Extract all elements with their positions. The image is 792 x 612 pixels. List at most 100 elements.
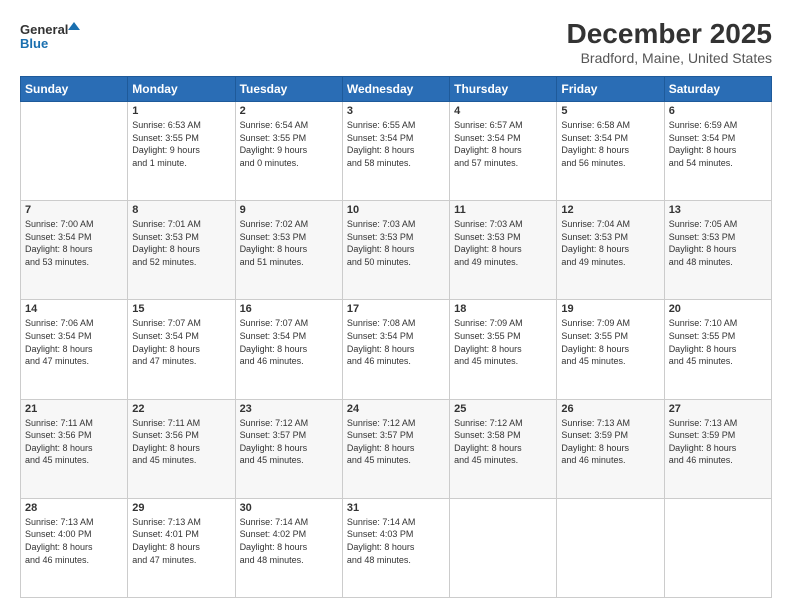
day-number: 14 (25, 303, 123, 315)
day-info: Sunrise: 7:13 AM Sunset: 4:00 PM Dayligh… (25, 516, 123, 566)
day-info: Sunrise: 7:06 AM Sunset: 3:54 PM Dayligh… (25, 317, 123, 367)
svg-text:Blue: Blue (20, 36, 48, 51)
header: General Blue December 2025 Bradford, Mai… (20, 18, 772, 66)
calendar-cell: 25Sunrise: 7:12 AM Sunset: 3:58 PM Dayli… (450, 399, 557, 498)
calendar-cell: 21 Sunrise: 7:11 AM Sunset: 3:56 PM Dayli… (21, 399, 128, 498)
day-info: Sunrise: 7:09 AM Sunset: 3:55 PM Dayligh… (561, 317, 659, 367)
calendar-cell: 26 Sunrise: 7:13 AM Sunset: 3:59 PM Dayli… (557, 399, 664, 498)
logo-svg: General Blue (20, 18, 80, 58)
calendar-day-header: Wednesday (342, 77, 449, 102)
day-info: Sunrise: 7:12 AM Sunset: 3:57 PM Dayligh… (240, 417, 338, 467)
calendar-cell: 1 Sunrise: 6:53 AM Sunset: 3:55 PM Daylig… (128, 102, 235, 201)
day-number: 3 (347, 105, 445, 117)
calendar-day-header: Thursday (450, 77, 557, 102)
calendar-cell (450, 498, 557, 597)
day-info: Sunrise: 7:04 AM Sunset: 3:53 PM Dayligh… (561, 218, 659, 268)
day-number: 21 (25, 403, 123, 415)
day-number: 2 (240, 105, 338, 117)
day-number: 19 (561, 303, 659, 315)
calendar-table: SundayMondayTuesdayWednesdayThursdayFrid… (20, 76, 772, 598)
calendar-cell (557, 498, 664, 597)
calendar-day-header: Sunday (21, 77, 128, 102)
day-info: Sunrise: 7:13 AM Sunset: 3:59 PM Dayligh… (669, 417, 767, 467)
calendar-cell: 17Sunrise: 7:08 AM Sunset: 3:54 PM Dayli… (342, 300, 449, 399)
day-info: Sunrise: 7:13 AM Sunset: 3:59 PM Dayligh… (561, 417, 659, 467)
day-number: 18 (454, 303, 552, 315)
calendar-cell: 9Sunrise: 7:02 AM Sunset: 3:53 PM Daylig… (235, 201, 342, 300)
calendar-cell: 7Sunrise: 7:00 AM Sunset: 3:54 PM Daylig… (21, 201, 128, 300)
day-number: 10 (347, 204, 445, 216)
day-info: Sunrise: 7:08 AM Sunset: 3:54 PM Dayligh… (347, 317, 445, 367)
day-number: 6 (669, 105, 767, 117)
day-info: Sunrise: 7:14 AM Sunset: 4:02 PM Dayligh… (240, 516, 338, 566)
calendar-cell: 19 Sunrise: 7:09 AM Sunset: 3:55 PM Dayli… (557, 300, 664, 399)
calendar-cell: 10 Sunrise: 7:03 AM Sunset: 3:53 PM Dayli… (342, 201, 449, 300)
day-number: 1 (132, 105, 230, 117)
day-info: Sunrise: 6:57 AM Sunset: 3:54 PM Dayligh… (454, 119, 552, 169)
calendar-cell: 8 Sunrise: 7:01 AM Sunset: 3:53 PM Daylig… (128, 201, 235, 300)
day-number: 4 (454, 105, 552, 117)
day-info: Sunrise: 7:10 AM Sunset: 3:55 PM Dayligh… (669, 317, 767, 367)
day-info: Sunrise: 7:14 AM Sunset: 4:03 PM Dayligh… (347, 516, 445, 566)
calendar-day-header: Tuesday (235, 77, 342, 102)
calendar-cell: 28 Sunrise: 7:13 AM Sunset: 4:00 PM Dayli… (21, 498, 128, 597)
day-info: Sunrise: 7:03 AM Sunset: 3:53 PM Dayligh… (347, 218, 445, 268)
day-info: Sunrise: 6:59 AM Sunset: 3:54 PM Dayligh… (669, 119, 767, 169)
day-number: 15 (132, 303, 230, 315)
day-number: 8 (132, 204, 230, 216)
day-info: Sunrise: 7:05 AM Sunset: 3:53 PM Dayligh… (669, 218, 767, 268)
calendar-week-row: 28 Sunrise: 7:13 AM Sunset: 4:00 PM Dayli… (21, 498, 772, 597)
day-number: 5 (561, 105, 659, 117)
day-info: Sunrise: 7:07 AM Sunset: 3:54 PM Dayligh… (240, 317, 338, 367)
calendar-cell (21, 102, 128, 201)
calendar-cell: 5Sunrise: 6:58 AM Sunset: 3:54 PM Daylig… (557, 102, 664, 201)
calendar-cell: 22Sunrise: 7:11 AM Sunset: 3:56 PM Dayli… (128, 399, 235, 498)
day-number: 29 (132, 502, 230, 514)
calendar-cell: 31 Sunrise: 7:14 AM Sunset: 4:03 PM Dayli… (342, 498, 449, 597)
calendar-header-row: SundayMondayTuesdayWednesdayThursdayFrid… (21, 77, 772, 102)
day-info: Sunrise: 7:09 AM Sunset: 3:55 PM Dayligh… (454, 317, 552, 367)
calendar-cell: 4 Sunrise: 6:57 AM Sunset: 3:54 PM Daylig… (450, 102, 557, 201)
calendar-week-row: 14 Sunrise: 7:06 AM Sunset: 3:54 PM Dayli… (21, 300, 772, 399)
calendar-cell (664, 498, 771, 597)
day-info: Sunrise: 6:55 AM Sunset: 3:54 PM Dayligh… (347, 119, 445, 169)
calendar-cell: 13Sunrise: 7:05 AM Sunset: 3:53 PM Dayli… (664, 201, 771, 300)
day-number: 25 (454, 403, 552, 415)
title-block: December 2025 Bradford, Maine, United St… (567, 18, 772, 66)
calendar-cell: 23 Sunrise: 7:12 AM Sunset: 3:57 PM Dayli… (235, 399, 342, 498)
day-info: Sunrise: 7:02 AM Sunset: 3:53 PM Dayligh… (240, 218, 338, 268)
day-number: 11 (454, 204, 552, 216)
day-number: 31 (347, 502, 445, 514)
day-info: Sunrise: 6:53 AM Sunset: 3:55 PM Dayligh… (132, 119, 230, 169)
calendar-cell: 16 Sunrise: 7:07 AM Sunset: 3:54 PM Dayli… (235, 300, 342, 399)
day-info: Sunrise: 7:01 AM Sunset: 3:53 PM Dayligh… (132, 218, 230, 268)
calendar-cell: 3 Sunrise: 6:55 AM Sunset: 3:54 PM Daylig… (342, 102, 449, 201)
calendar-cell: 2Sunrise: 6:54 AM Sunset: 3:55 PM Daylig… (235, 102, 342, 201)
day-number: 26 (561, 403, 659, 415)
day-number: 20 (669, 303, 767, 315)
day-number: 12 (561, 204, 659, 216)
calendar-cell: 27 Sunrise: 7:13 AM Sunset: 3:59 PM Dayli… (664, 399, 771, 498)
day-number: 22 (132, 403, 230, 415)
day-number: 28 (25, 502, 123, 514)
day-info: Sunrise: 7:13 AM Sunset: 4:01 PM Dayligh… (132, 516, 230, 566)
calendar-cell: 14 Sunrise: 7:06 AM Sunset: 3:54 PM Dayli… (21, 300, 128, 399)
day-number: 27 (669, 403, 767, 415)
day-info: Sunrise: 7:12 AM Sunset: 3:57 PM Dayligh… (347, 417, 445, 467)
day-number: 23 (240, 403, 338, 415)
day-info: Sunrise: 7:11 AM Sunset: 3:56 PM Dayligh… (25, 417, 123, 467)
main-title: December 2025 (567, 18, 772, 50)
calendar-cell: 6 Sunrise: 6:59 AM Sunset: 3:54 PM Daylig… (664, 102, 771, 201)
day-info: Sunrise: 7:00 AM Sunset: 3:54 PM Dayligh… (25, 218, 123, 268)
calendar-cell: 29 Sunrise: 7:13 AM Sunset: 4:01 PM Dayli… (128, 498, 235, 597)
calendar-cell: 30Sunrise: 7:14 AM Sunset: 4:02 PM Dayli… (235, 498, 342, 597)
day-info: Sunrise: 7:07 AM Sunset: 3:54 PM Dayligh… (132, 317, 230, 367)
page: General Blue December 2025 Bradford, Mai… (0, 0, 792, 612)
calendar-cell: 11 Sunrise: 7:03 AM Sunset: 3:53 PM Dayli… (450, 201, 557, 300)
subtitle: Bradford, Maine, United States (567, 50, 772, 66)
calendar-cell: 15 Sunrise: 7:07 AM Sunset: 3:54 PM Dayli… (128, 300, 235, 399)
day-number: 24 (347, 403, 445, 415)
calendar-week-row: 1 Sunrise: 6:53 AM Sunset: 3:55 PM Daylig… (21, 102, 772, 201)
day-info: Sunrise: 7:03 AM Sunset: 3:53 PM Dayligh… (454, 218, 552, 268)
day-number: 16 (240, 303, 338, 315)
